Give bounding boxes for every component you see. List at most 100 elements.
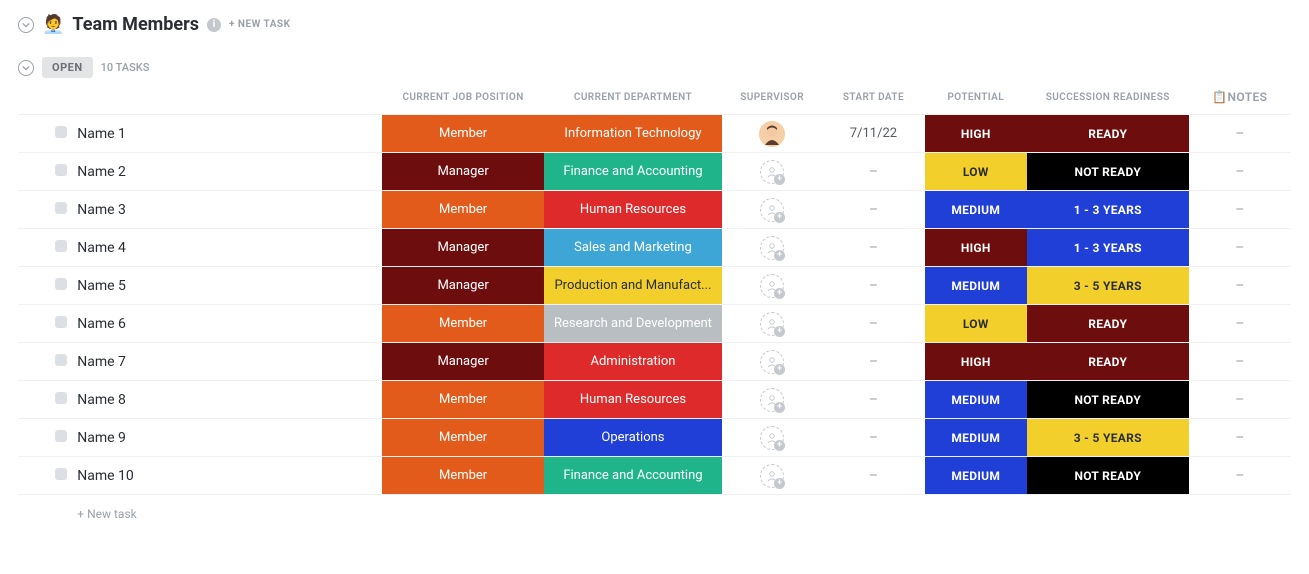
- status-square[interactable]: [55, 126, 67, 138]
- add-supervisor-button[interactable]: +: [760, 388, 784, 412]
- task-name[interactable]: Name 3: [75, 191, 382, 229]
- start-date-cell[interactable]: –: [822, 305, 924, 343]
- potential-badge[interactable]: HIGH: [925, 229, 1027, 266]
- department-badge[interactable]: Information Technology: [544, 115, 722, 152]
- add-supervisor-button[interactable]: +: [760, 236, 784, 260]
- new-task-row[interactable]: + New task: [18, 495, 1291, 533]
- potential-badge[interactable]: MEDIUM: [925, 381, 1027, 418]
- start-date-cell[interactable]: 7/11/22: [822, 115, 924, 153]
- succession-badge[interactable]: NOT READY: [1027, 457, 1189, 494]
- department-badge[interactable]: Finance and Accounting: [544, 153, 722, 190]
- table-row[interactable]: Name 7ManagerAdministration+–HIGHREADY–: [18, 343, 1291, 381]
- potential-badge[interactable]: HIGH: [925, 343, 1027, 380]
- list-title[interactable]: Team Members: [72, 14, 199, 35]
- position-badge[interactable]: Member: [382, 381, 544, 418]
- table-row[interactable]: Name 3MemberHuman Resources+–MEDIUM1 - 3…: [18, 191, 1291, 229]
- department-badge[interactable]: Administration: [544, 343, 722, 380]
- succession-badge[interactable]: NOT READY: [1027, 153, 1189, 190]
- start-date-cell[interactable]: –: [822, 457, 924, 495]
- department-badge[interactable]: Research and Development: [544, 305, 722, 342]
- position-badge[interactable]: Member: [382, 457, 544, 494]
- add-supervisor-button[interactable]: +: [760, 312, 784, 336]
- column-header-notes[interactable]: 📋NOTES: [1189, 84, 1291, 115]
- column-header-position[interactable]: CURRENT JOB POSITION: [382, 84, 544, 115]
- column-header-department[interactable]: CURRENT DEPARTMENT: [544, 84, 722, 115]
- task-name[interactable]: Name 5: [75, 267, 382, 305]
- status-square[interactable]: [55, 240, 67, 252]
- position-badge[interactable]: Member: [382, 191, 544, 228]
- notes-cell[interactable]: –: [1189, 419, 1291, 457]
- add-supervisor-button[interactable]: +: [760, 160, 784, 184]
- position-badge[interactable]: Member: [382, 419, 544, 456]
- column-header-potential[interactable]: POTENTIAL: [925, 84, 1027, 115]
- add-supervisor-button[interactable]: +: [760, 426, 784, 450]
- add-supervisor-button[interactable]: +: [760, 274, 784, 298]
- start-date-cell[interactable]: –: [822, 381, 924, 419]
- status-square[interactable]: [55, 354, 67, 366]
- notes-cell[interactable]: –: [1189, 457, 1291, 495]
- notes-cell[interactable]: –: [1189, 343, 1291, 381]
- table-row[interactable]: Name 8MemberHuman Resources+–MEDIUMNOT R…: [18, 381, 1291, 419]
- task-name[interactable]: Name 7: [75, 343, 382, 381]
- table-row[interactable]: Name 4ManagerSales and Marketing+–HIGH1 …: [18, 229, 1291, 267]
- column-header-supervisor[interactable]: SUPERVISOR: [722, 84, 822, 115]
- succession-badge[interactable]: READY: [1027, 305, 1189, 342]
- succession-badge[interactable]: 3 - 5 YEARS: [1027, 267, 1189, 304]
- potential-badge[interactable]: MEDIUM: [925, 191, 1027, 228]
- add-supervisor-button[interactable]: +: [760, 464, 784, 488]
- potential-badge[interactable]: LOW: [925, 305, 1027, 342]
- task-name[interactable]: Name 8: [75, 381, 382, 419]
- task-name[interactable]: Name 2: [75, 153, 382, 191]
- task-name[interactable]: Name 4: [75, 229, 382, 267]
- collapse-toggle[interactable]: [18, 17, 34, 33]
- potential-badge[interactable]: LOW: [925, 153, 1027, 190]
- column-header-succession[interactable]: SUCCESSION READINESS: [1027, 84, 1189, 115]
- notes-cell[interactable]: –: [1189, 267, 1291, 305]
- table-row[interactable]: Name 9MemberOperations + – MEDIUM3 - 5 YEAR…: [18, 419, 1291, 457]
- position-badge[interactable]: Manager: [382, 153, 544, 190]
- task-name[interactable]: Name 10: [75, 457, 382, 495]
- position-badge[interactable]: Manager: [382, 229, 544, 266]
- start-date-cell[interactable]: –: [822, 153, 924, 191]
- notes-cell[interactable]: –: [1189, 381, 1291, 419]
- succession-badge[interactable]: 1 - 3 YEARS: [1027, 191, 1189, 228]
- department-badge[interactable]: Human Resources: [544, 381, 722, 418]
- notes-cell[interactable]: –: [1189, 229, 1291, 267]
- position-badge[interactable]: Member: [382, 305, 544, 342]
- table-row[interactable]: Name 10MemberFinance and Accounting+–MED…: [18, 457, 1291, 495]
- task-name[interactable]: Name 1: [75, 115, 382, 153]
- status-square[interactable]: [55, 430, 67, 442]
- notes-cell[interactable]: –: [1189, 153, 1291, 191]
- succession-badge[interactable]: NOT READY: [1027, 381, 1189, 418]
- position-badge[interactable]: Manager: [382, 267, 544, 304]
- task-name[interactable]: Name 9: [75, 419, 382, 457]
- table-row[interactable]: Name 6MemberResearch and Development + –LO…: [18, 305, 1291, 343]
- task-name[interactable]: Name 6: [75, 305, 382, 343]
- info-icon[interactable]: i: [207, 18, 221, 32]
- status-square[interactable]: [55, 316, 67, 328]
- table-row[interactable]: Name 5ManagerProduction and Manufact... +…: [18, 267, 1291, 305]
- status-square[interactable]: [55, 202, 67, 214]
- position-badge[interactable]: Member: [382, 115, 544, 152]
- potential-badge[interactable]: MEDIUM: [925, 457, 1027, 494]
- succession-badge[interactable]: READY: [1027, 343, 1189, 380]
- succession-badge[interactable]: READY: [1027, 115, 1189, 152]
- table-row[interactable]: Name 1MemberInformation Technology 7/11/2…: [18, 115, 1291, 153]
- department-badge[interactable]: Production and Manufact...: [544, 267, 722, 304]
- start-date-cell[interactable]: –: [822, 343, 924, 381]
- succession-badge[interactable]: 3 - 5 YEARS: [1027, 419, 1189, 456]
- potential-badge[interactable]: MEDIUM: [925, 267, 1027, 304]
- add-supervisor-button[interactable]: +: [760, 198, 784, 222]
- column-header-start-date[interactable]: START DATE: [822, 84, 924, 115]
- position-badge[interactable]: Manager: [382, 343, 544, 380]
- department-badge[interactable]: Finance and Accounting: [544, 457, 722, 494]
- group-collapse-toggle[interactable]: [18, 60, 34, 76]
- potential-badge[interactable]: MEDIUM: [925, 419, 1027, 456]
- new-task-button[interactable]: + NEW TASK: [229, 19, 291, 30]
- table-row[interactable]: Name 2ManagerFinance and Accounting+–LOW…: [18, 153, 1291, 191]
- start-date-cell[interactable]: –: [822, 229, 924, 267]
- department-badge[interactable]: Operations: [544, 419, 722, 456]
- supervisor-avatar[interactable]: [759, 121, 785, 147]
- status-square[interactable]: [55, 164, 67, 176]
- notes-cell[interactable]: –: [1189, 191, 1291, 229]
